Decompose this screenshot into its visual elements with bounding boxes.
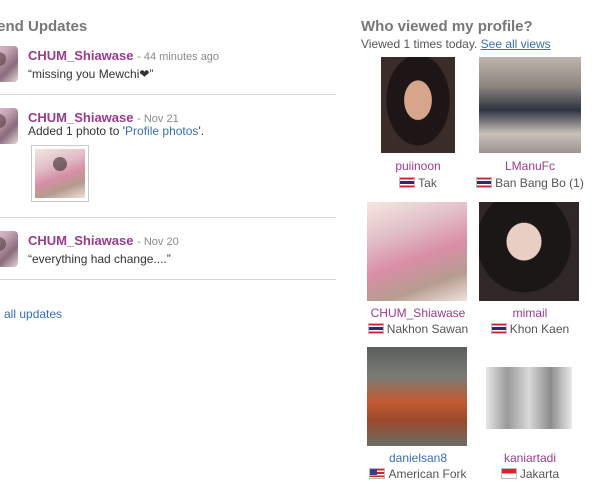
all-updates-link[interactable]: all updates — [4, 307, 62, 321]
update-user-link[interactable]: CHUM_Shiawase - Nov 21 — [28, 110, 179, 125]
viewer-photo[interactable] — [367, 202, 467, 301]
update-time: - Nov 20 — [137, 236, 179, 248]
viewer-location: Ban Bang Bo (1) — [465, 176, 595, 190]
viewer-photo[interactable] — [381, 57, 455, 153]
divider — [0, 279, 336, 280]
viewer-name[interactable]: LManuFc — [465, 159, 595, 173]
divider — [0, 217, 336, 218]
viewer-photo[interactable] — [486, 367, 572, 429]
viewer-name[interactable]: mimail — [465, 306, 595, 320]
viewer-location: Khon Kaen — [465, 322, 595, 336]
divider — [0, 94, 336, 95]
viewer-photo[interactable] — [367, 347, 467, 446]
update-user-link[interactable]: CHUM_Shiawase - Nov 20 — [28, 233, 179, 248]
who-viewed-title: Who viewed my profile? — [361, 18, 533, 35]
update-text: “everything had change....” — [28, 252, 171, 266]
viewer-photo[interactable] — [479, 202, 579, 301]
avatar[interactable] — [0, 46, 18, 82]
avatar[interactable] — [0, 231, 18, 267]
profile-photos-link[interactable]: Profile photos — [125, 124, 198, 138]
update-text: “missing you Mewchi❤” — [28, 67, 154, 81]
viewer-location: Jakarta — [465, 467, 595, 481]
friend-updates-title: iend Updates — [0, 18, 88, 35]
avatar[interactable] — [0, 108, 18, 144]
viewer-name[interactable]: kaniartadi — [465, 451, 595, 465]
thailand-flag-icon — [367, 323, 384, 334]
update-text: Added 1 photo to 'Profile photos'. — [28, 124, 205, 138]
who-viewed-panel: Who viewed my profile? Viewed 1 times to… — [361, 0, 607, 492]
update-time: - 44 minutes ago — [137, 51, 220, 63]
photo-thumbnail[interactable] — [31, 145, 89, 202]
friend-updates-panel: iend Updates CHUM_Shiawase - 44 minutes … — [0, 0, 336, 492]
viewed-count-line: Viewed 1 times today. See all views — [361, 37, 551, 51]
see-all-views-link[interactable]: See all views — [481, 37, 551, 51]
usa-flag-icon — [369, 468, 386, 479]
viewer-photo[interactable] — [479, 57, 581, 153]
thailand-flag-icon — [399, 177, 416, 188]
indonesia-flag-icon — [500, 468, 517, 479]
update-user-link[interactable]: CHUM_Shiawase - 44 minutes ago — [28, 48, 219, 63]
thailand-flag-icon — [490, 323, 507, 334]
thailand-flag-icon — [476, 177, 493, 188]
